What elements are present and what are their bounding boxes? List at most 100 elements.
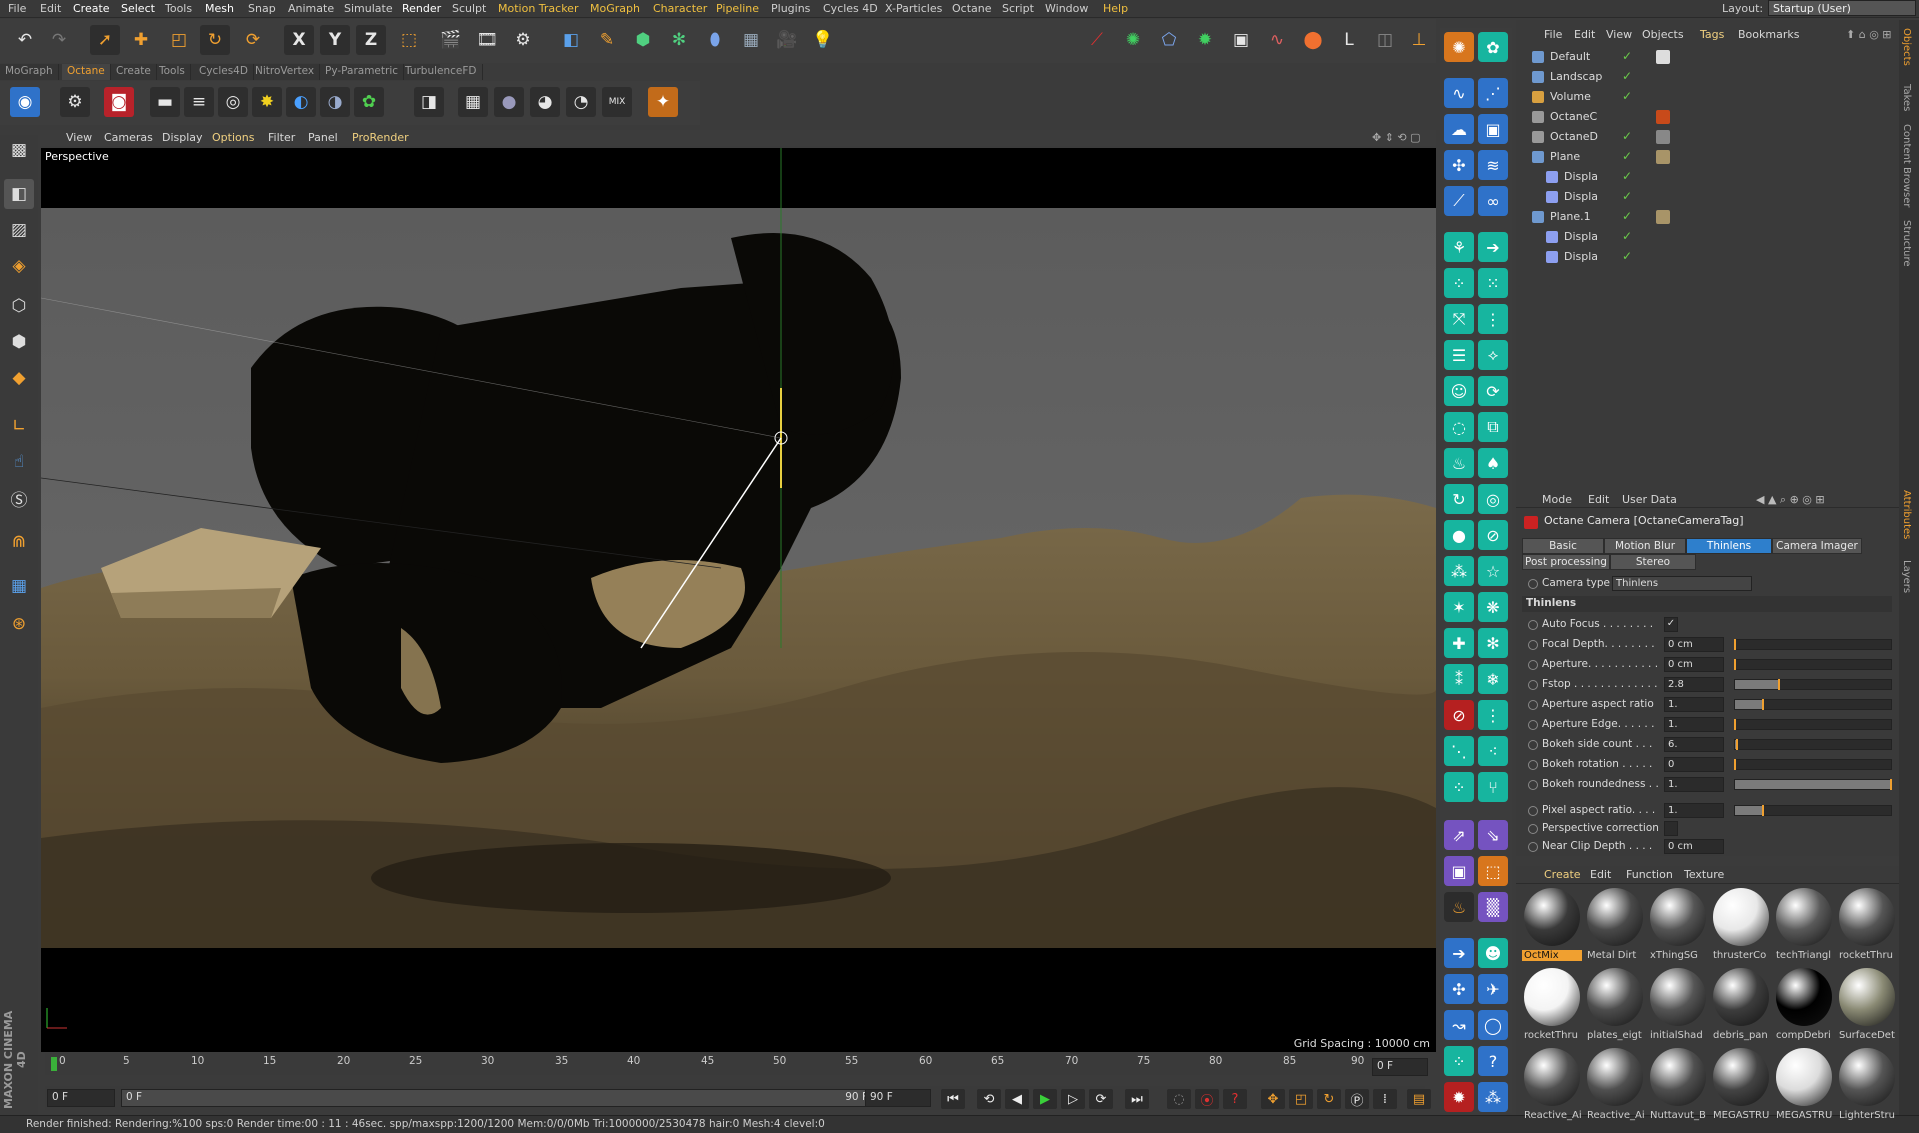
tab-basic[interactable]: Basic xyxy=(1522,538,1604,554)
param-dot[interactable] xyxy=(1528,824,1538,834)
xp-mod-19-icon[interactable]: ✶ xyxy=(1444,592,1474,622)
workplane-mode-icon[interactable]: ◈ xyxy=(4,251,34,281)
end-frame-field[interactable]: 90 F xyxy=(865,1089,931,1107)
xp-mod-16-icon[interactable]: ⊘ xyxy=(1478,520,1508,550)
xp-skin-icon[interactable]: ☁ xyxy=(1444,114,1474,144)
pen-icon[interactable]: ✎ xyxy=(592,25,622,55)
material-swatch[interactable]: debris_pan xyxy=(1711,968,1771,1046)
viewport-menu-view[interactable]: View xyxy=(66,131,92,144)
octane-env-icon[interactable]: ◐ xyxy=(286,87,316,117)
param-dot[interactable] xyxy=(1528,780,1538,790)
param-value-field[interactable]: 1. xyxy=(1664,777,1724,792)
octane-diffuse-mat-icon[interactable]: ● xyxy=(494,87,524,117)
material-swatch[interactable]: Metal Dirt xyxy=(1585,888,1645,966)
mm-menu-edit[interactable]: Edit xyxy=(1590,868,1611,881)
xp-explode-icon[interactable]: ✈ xyxy=(1478,974,1508,1004)
xp-mod-12-icon[interactable]: ⧉ xyxy=(1478,412,1508,442)
xp-mod-29-icon[interactable]: ⑂ xyxy=(1478,772,1508,802)
xp-system-icon[interactable]: ✹ xyxy=(1190,25,1220,55)
param-dot[interactable] xyxy=(1528,760,1538,770)
octane-settings-icon[interactable]: ⚙ xyxy=(60,87,90,117)
go-to-end-icon[interactable]: ⏭ xyxy=(1125,1089,1149,1109)
material-swatch[interactable]: thrusterCo xyxy=(1711,888,1771,966)
viewport-menu-prorender[interactable]: ProRender xyxy=(352,131,409,144)
layer-icon[interactable]: L xyxy=(1334,25,1364,55)
visible-check-icon[interactable]: ✓ xyxy=(1622,89,1632,103)
object-row[interactable]: Default ✓ xyxy=(1528,48,1888,66)
param-dot[interactable] xyxy=(1528,680,1538,690)
param-dot[interactable] xyxy=(1528,720,1538,730)
xp-question-icon[interactable]: ➔ xyxy=(1444,938,1474,968)
tab-mograph[interactable]: MoGraph xyxy=(0,64,59,80)
side-tab-attributes[interactable]: Attributes xyxy=(1901,490,1912,539)
octane-mix-mat-icon[interactable]: MIX xyxy=(602,87,632,117)
side-tab-takes[interactable]: Takes xyxy=(1901,84,1912,111)
xp-mod-14-icon[interactable]: ◎ xyxy=(1478,484,1508,514)
visible-check-icon[interactable]: ✓ xyxy=(1622,229,1632,243)
deformer-icon[interactable]: ⬮ xyxy=(700,25,730,55)
range-slider[interactable]: 0 F 90 F xyxy=(121,1089,889,1107)
tab-post-processing[interactable]: Post processing xyxy=(1522,554,1610,570)
xp-cluster-icon[interactable]: ⁘ xyxy=(1444,1046,1474,1076)
xp-spin-icon[interactable]: ⟋ xyxy=(1444,186,1474,216)
xp-emitter-icon[interactable]: ✺ xyxy=(1118,25,1148,55)
xp-noise-icon[interactable]: ▒ xyxy=(1478,892,1508,922)
go-to-next-key-icon[interactable]: ⟳ xyxy=(1089,1089,1113,1109)
param-dot[interactable] xyxy=(1528,842,1538,852)
fcurve-icon[interactable]: ∿ xyxy=(1262,25,1292,55)
om-menu-view[interactable]: View xyxy=(1606,28,1632,41)
key-pla-icon[interactable]: ⁞ xyxy=(1373,1089,1397,1109)
menu-octane[interactable]: Octane xyxy=(952,2,992,15)
xp-spline-icon[interactable]: ∿ xyxy=(1444,78,1474,108)
menu-help[interactable]: Help xyxy=(1103,2,1128,15)
xp-mod-11-icon[interactable]: ◌ xyxy=(1444,412,1474,442)
slider-knob[interactable] xyxy=(1735,739,1738,750)
slider-knob[interactable] xyxy=(1762,699,1765,710)
object-row[interactable]: Displa ✓ xyxy=(1542,248,1902,266)
points-mode-icon[interactable]: ⬡ xyxy=(4,291,34,321)
render-settings-icon[interactable]: ⚙ xyxy=(508,25,538,55)
xp-fire-icon[interactable]: ♨ xyxy=(1444,448,1474,478)
render-picture-viewer-icon[interactable]: 🎞 xyxy=(472,25,502,55)
om-menu-bookmarks[interactable]: Bookmarks xyxy=(1738,28,1799,41)
viewport[interactable]: Perspective Grid Spacing : 10000 cm xyxy=(41,148,1436,1052)
play-icon[interactable]: ▶ xyxy=(1033,1089,1057,1109)
material-swatch[interactable]: plates_eigt xyxy=(1585,968,1645,1046)
menu-file[interactable]: File xyxy=(8,2,26,15)
side-tab-layers[interactable]: Layers xyxy=(1901,560,1912,593)
current-frame-field[interactable]: 0 F xyxy=(47,1089,115,1107)
octane-spot-light-icon[interactable]: ◎ xyxy=(218,87,248,117)
timeline-ruler[interactable]: 0 5 10 15 20 25 30 35 40 45 50 55 60 65 … xyxy=(45,1053,1375,1075)
xp-trail-icon[interactable]: ⋰ xyxy=(1478,78,1508,108)
move-tool-icon[interactable]: ✚ xyxy=(126,25,156,55)
param-dot[interactable] xyxy=(1528,660,1538,670)
visible-check-icon[interactable]: ✓ xyxy=(1622,209,1632,223)
menu-snap[interactable]: Snap xyxy=(248,2,276,15)
xp-mod-5-icon[interactable]: ⤧ xyxy=(1444,304,1474,334)
tab-cycles4d[interactable]: Cycles4D xyxy=(194,64,254,80)
octane-grid-icon[interactable]: ▦ xyxy=(458,87,488,117)
am-menu-edit[interactable]: Edit xyxy=(1588,493,1609,506)
param-slider[interactable] xyxy=(1734,739,1892,750)
viewport-menu-display[interactable]: Display xyxy=(162,131,203,144)
material-swatch[interactable]: MEGASTRU xyxy=(1774,1048,1834,1126)
xp-mod-28-icon[interactable]: ⁘ xyxy=(1444,772,1474,802)
tab-py-parametric[interactable]: Py-Parametric xyxy=(320,64,405,80)
magnet-icon[interactable]: ⋒ xyxy=(4,527,34,557)
key-help-icon[interactable]: ? xyxy=(1223,1089,1247,1109)
playhead[interactable] xyxy=(51,1057,57,1071)
param-slider[interactable] xyxy=(1734,759,1892,770)
xp-fire-emitter-icon[interactable]: ♨ xyxy=(1444,892,1474,922)
xp-fan-icon[interactable]: ✣ xyxy=(1444,150,1474,180)
octane-vdb-icon[interactable]: ◨ xyxy=(414,87,444,117)
visible-check-icon[interactable]: ✓ xyxy=(1622,249,1632,263)
axis-mode-icon[interactable]: ∟ xyxy=(4,411,34,441)
object-row[interactable]: Plane ✓ xyxy=(1528,148,1888,166)
material-swatch[interactable]: MEGASTRU xyxy=(1711,1048,1771,1126)
material-swatch[interactable]: rocketThru xyxy=(1522,968,1582,1046)
redo-icon[interactable]: ↷ xyxy=(44,25,74,55)
mm-menu-create[interactable]: Create xyxy=(1544,868,1581,881)
tweak-mode-icon[interactable]: ☝ xyxy=(4,447,34,477)
param-value-field[interactable]: 6. xyxy=(1664,737,1724,752)
menu-sculpt[interactable]: Sculpt xyxy=(452,2,486,15)
